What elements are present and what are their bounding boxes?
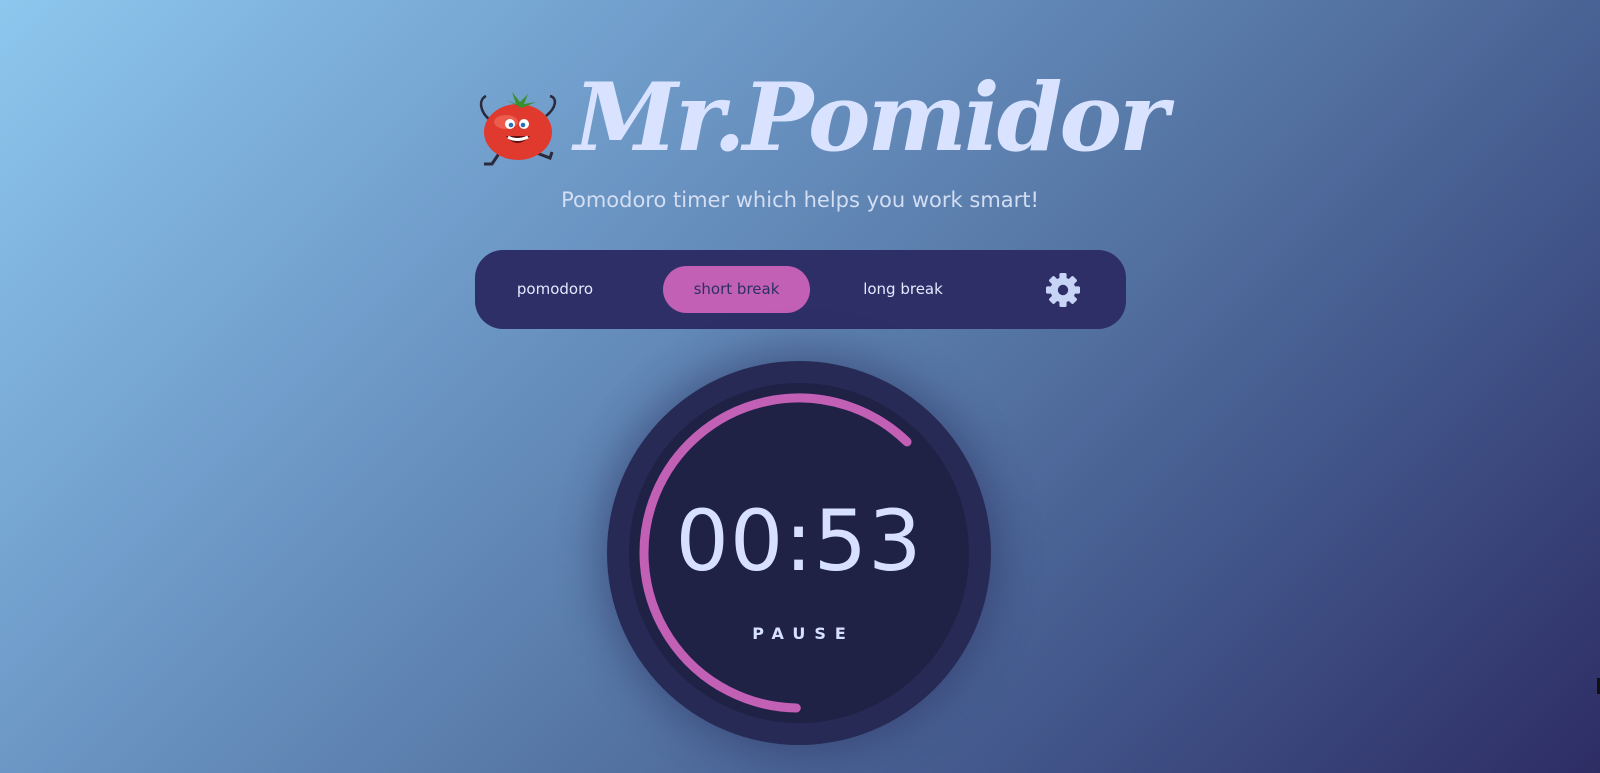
tab-long-break[interactable]: long break [837,266,969,313]
tagline: Pomodoro timer which helps you work smar… [561,188,1039,212]
tomato-mascot-icon [476,82,566,172]
app-title: Mr.Pomidor [574,63,1169,173]
gear-icon[interactable] [1043,270,1083,310]
mode-selector: pomodoro short break long break [475,250,1126,329]
tab-pomodoro[interactable]: pomodoro [495,266,615,313]
tab-short-break[interactable]: short break [663,266,810,313]
timer-dial: 00:53 PAUSE [607,361,991,745]
timer-display: 00:53 [675,492,923,590]
header: Mr.Pomidor [0,60,1600,180]
pause-button[interactable]: PAUSE [607,624,991,643]
